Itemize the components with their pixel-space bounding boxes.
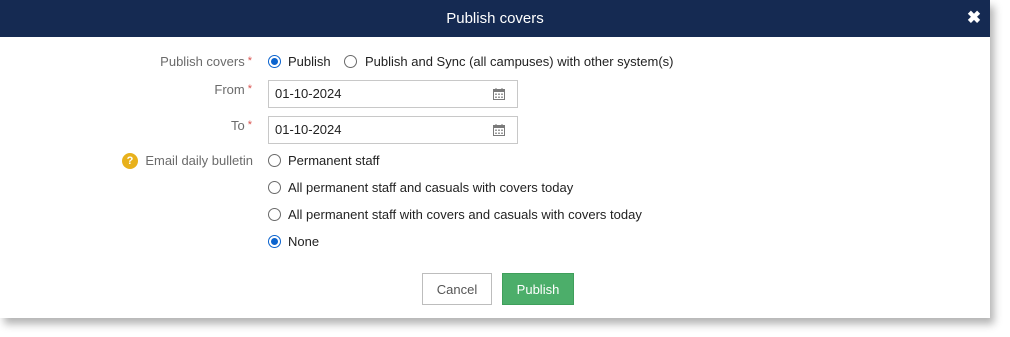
dialog-titlebar: Publish covers ✖ [0,0,990,37]
option-publish-and-sync-label[interactable]: Publish and Sync (all campuses) with oth… [365,54,674,69]
help-icon[interactable]: ? [122,153,138,169]
calendar-icon[interactable] [493,124,505,136]
to-label-text: To [230,118,245,133]
required-marker: * [247,55,252,67]
from-label-text: From [214,82,245,97]
radio-staff-covers-and-casuals[interactable] [268,208,281,221]
publish-covers-dialog: Publish covers ✖ Publish covers * Publish… [0,0,990,318]
required-marker: * [247,119,252,131]
to-label: To * [120,118,252,133]
from-date-value: 01-10-2024 [275,86,342,101]
required-marker: * [247,83,252,95]
email-bulletin-label: Email daily bulletin [145,153,253,168]
option-staff-and-casuals-label[interactable]: All permanent staff and casuals with cov… [288,180,573,195]
option-publish-label[interactable]: Publish [288,54,331,69]
option-permanent-staff-label[interactable]: Permanent staff [288,153,380,168]
dialog-title: Publish covers [446,10,544,27]
close-icon[interactable]: ✖ [962,6,986,30]
from-label: From * [120,82,252,97]
from-date-input[interactable]: 01-10-2024 [268,80,518,108]
radio-permanent-staff[interactable] [268,154,281,167]
publish-covers-label: Publish covers * [120,54,252,69]
publish-covers-label-text: Publish covers [160,54,245,69]
option-none-label[interactable]: None [288,234,319,249]
option-staff-covers-and-casuals-label[interactable]: All permanent staff with covers and casu… [288,207,642,222]
to-date-input[interactable]: 01-10-2024 [268,116,518,144]
calendar-icon[interactable] [493,88,505,100]
radio-none[interactable] [268,235,281,248]
cancel-button[interactable]: Cancel [422,273,492,305]
to-date-value: 01-10-2024 [275,122,342,137]
radio-staff-and-casuals[interactable] [268,181,281,194]
radio-publish[interactable] [268,55,281,68]
radio-publish-and-sync[interactable] [344,55,357,68]
publish-button[interactable]: Publish [502,273,574,305]
